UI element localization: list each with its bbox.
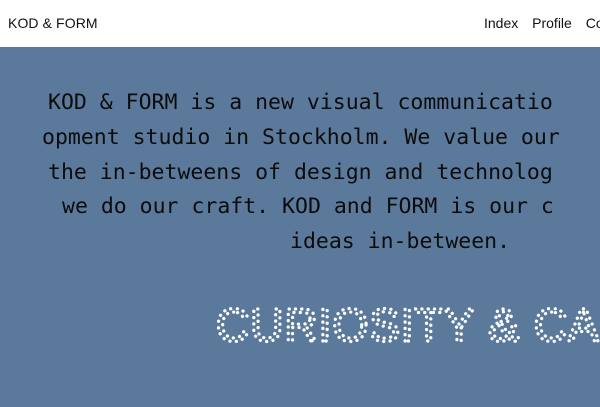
intro-line: we do our craft. KOD and FORM is our c — [62, 194, 554, 220]
intro-line: opment studio in Stockholm. We value our — [42, 124, 560, 150]
tagline-curiosity-and-care: CURIOSITY & CARE — [216, 297, 600, 352]
top-navigation-bar: KOD & FORM Index Profile Co — [0, 0, 600, 47]
studio-introduction: KOD & FORM is a new visual communicatio … — [0, 86, 600, 330]
main-navigation: Index Profile Co — [484, 15, 600, 31]
intro-line: the in-betweens of design and technolog — [48, 159, 553, 185]
intro-line: KOD & FORM is a new visual communicatio — [48, 90, 553, 115]
page: KOD & FORM Index Profile Co KOD & FORM i… — [0, 0, 600, 407]
site-logo[interactable]: KOD & FORM — [8, 15, 98, 31]
intro-line: ideas in-between. — [290, 229, 511, 255]
nav-link-contact[interactable]: Co — [586, 15, 600, 31]
hero-section: KOD & FORM is a new visual communicatio … — [0, 47, 600, 407]
nav-link-index[interactable]: Index — [484, 15, 518, 31]
nav-link-profile[interactable]: Profile — [532, 15, 572, 31]
tagline-text: CURIOSITY & CARE — [216, 299, 600, 351]
